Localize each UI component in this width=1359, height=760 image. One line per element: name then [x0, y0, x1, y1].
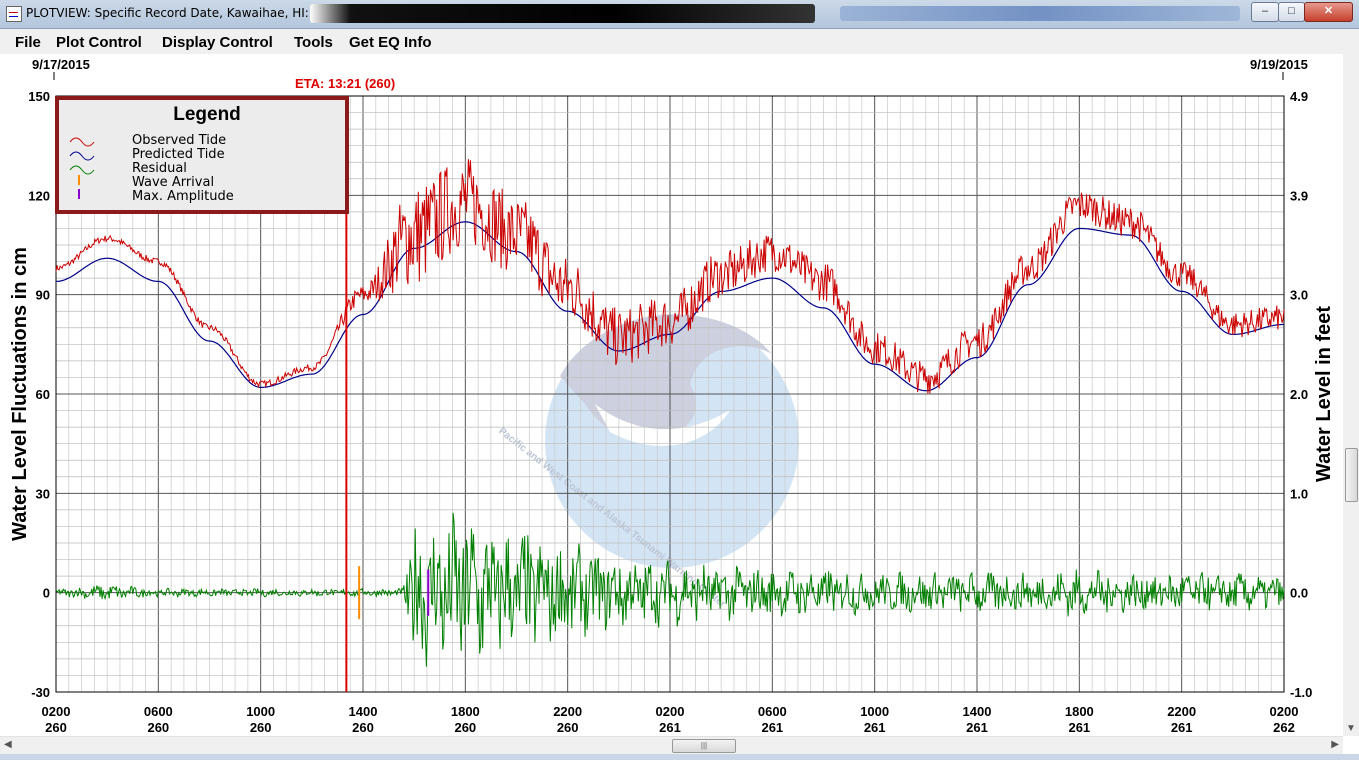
x-tick-time: 1400 [349, 704, 378, 719]
legend-max-amplitude-label: Max. Amplitude [132, 189, 234, 204]
y-tick-right: 4.9 [1290, 89, 1308, 104]
titlebar-band [840, 6, 1240, 21]
close-button[interactable]: ✕ [1304, 2, 1353, 22]
scroll-left-icon[interactable]: ◀ [4, 739, 12, 750]
x-tick-day: 261 [1068, 720, 1090, 735]
x-tick-day: 261 [659, 720, 681, 735]
x-tick-day: 261 [864, 720, 886, 735]
minimize-button[interactable]: – [1251, 2, 1279, 22]
y-tick-right: 3.9 [1290, 188, 1308, 203]
title-bar: PLOTVIEW: Specific Record Date, Kawaihae… [0, 0, 1359, 29]
y-tick-left: -30 [31, 685, 50, 700]
x-tick-time: 1000 [246, 704, 275, 719]
x-tick-day: 261 [1171, 720, 1193, 735]
maximize-button[interactable]: □ [1278, 2, 1305, 22]
date-start-label: 9/17/2015 [32, 57, 90, 72]
scroll-down-icon[interactable]: ▼ [1346, 723, 1356, 734]
legend-title: Legend [173, 104, 241, 125]
menu-display-control[interactable]: Display Control [162, 34, 273, 51]
x-tick-time: 1800 [1065, 704, 1094, 719]
vertical-scrollbar[interactable]: ▼ [1343, 54, 1359, 736]
y-tick-right: -1.0 [1290, 685, 1312, 700]
scroll-right-icon[interactable]: ▶ [1331, 739, 1339, 750]
y-axis-left-title: Water Level Fluctuations in cm [9, 247, 31, 541]
x-tick-day: 260 [250, 720, 272, 735]
x-tick-day: 261 [761, 720, 783, 735]
redacted-bar [310, 4, 815, 23]
y-tick-right: 3.0 [1290, 288, 1308, 303]
legend-observed-label: Observed Tide [132, 133, 226, 148]
x-tick-day: 260 [147, 720, 169, 735]
y-tick-right: 2.0 [1290, 387, 1308, 402]
y-tick-left: 30 [36, 486, 50, 501]
legend-predicted-label: Predicted Tide [132, 147, 225, 162]
x-tick-day: 260 [454, 720, 476, 735]
x-tick-time: 1800 [451, 704, 480, 719]
vertical-scroll-thumb[interactable] [1345, 448, 1358, 502]
x-tick-day: 260 [45, 720, 67, 735]
menu-file[interactable]: File [15, 34, 41, 51]
menu-tools[interactable]: Tools [294, 34, 333, 51]
x-tick-time: 0200 [42, 704, 71, 719]
x-tick-day: 261 [966, 720, 988, 735]
y-axis-right-title: Water Level in feet [1313, 306, 1335, 482]
y-tick-right: 1.0 [1290, 486, 1308, 501]
x-tick-time: 1000 [860, 704, 889, 719]
x-tick-time: 2200 [1167, 704, 1196, 719]
x-tick-time: 0200 [656, 704, 685, 719]
eta-label: ETA: 13:21 (260) [295, 76, 395, 91]
y-tick-left: 60 [36, 387, 50, 402]
x-tick-time: 0600 [758, 704, 787, 719]
x-tick-time: 0200 [1270, 704, 1299, 719]
horizontal-scrollbar[interactable]: ◀ ||| ▶ [0, 736, 1343, 754]
x-tick-time: 0600 [144, 704, 173, 719]
window-title: PLOTVIEW: Specific Record Date, Kawaihae… [26, 6, 353, 20]
horizontal-scroll-thumb[interactable]: ||| [672, 739, 736, 753]
x-tick-day: 262 [1273, 720, 1295, 735]
menu-get-eq-info[interactable]: Get EQ Info [349, 34, 432, 51]
legend-residual-label: Residual [132, 161, 187, 176]
y-tick-left: 120 [28, 188, 50, 203]
app-icon [6, 6, 22, 22]
x-tick-time: 2200 [553, 704, 582, 719]
tide-plot: Pacific and West Coast and Alaska Tsunam… [0, 54, 1343, 736]
x-tick-time: 1400 [963, 704, 992, 719]
x-tick-day: 260 [352, 720, 374, 735]
x-tick-day: 260 [557, 720, 579, 735]
date-end-label: 9/19/2015 [1250, 57, 1308, 72]
y-tick-left: 0 [43, 586, 50, 601]
legend-arrival-label: Wave Arrival [132, 175, 214, 190]
menu-plot-control[interactable]: Plot Control [56, 34, 142, 51]
window-bottom-border [0, 754, 1359, 760]
menu-bar: File Plot Control Display Control Tools … [0, 29, 1359, 55]
y-tick-left: 90 [36, 288, 50, 303]
legend-box: Legend Observed Tide Predicted Tide Resi… [55, 96, 349, 214]
y-tick-left: 150 [28, 89, 50, 104]
y-tick-right: 0.0 [1290, 586, 1308, 601]
